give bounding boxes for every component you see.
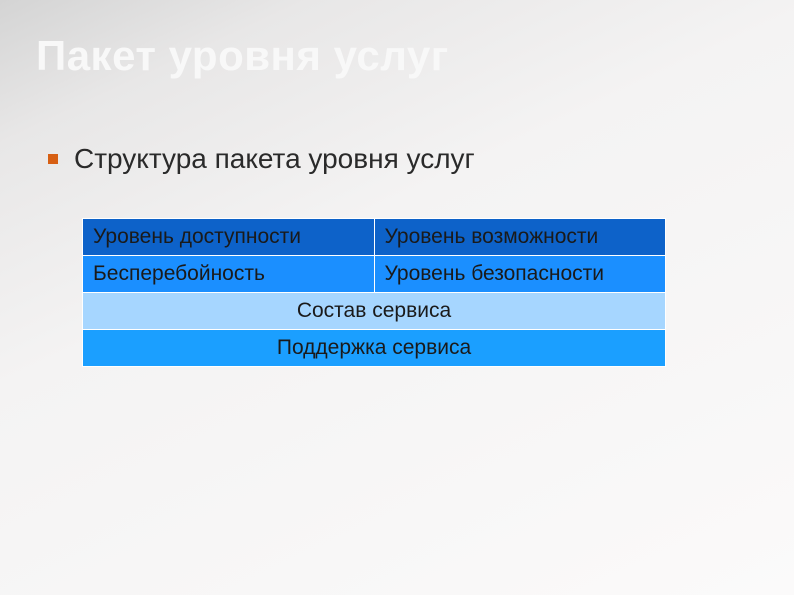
service-package-table: Уровень доступности Уровень возможности … bbox=[82, 218, 666, 367]
table-row: Бесперебойность Уровень безопасности bbox=[83, 256, 666, 293]
cell-security-level: Уровень безопасности bbox=[374, 256, 666, 293]
cell-service-composition: Состав сервиса bbox=[83, 293, 666, 330]
cell-capability-level: Уровень возможности bbox=[374, 219, 666, 256]
table-row: Уровень доступности Уровень возможности bbox=[83, 219, 666, 256]
cell-service-support: Поддержка сервиса bbox=[83, 330, 666, 367]
subtitle-row: Структура пакета уровня услуг bbox=[48, 143, 475, 175]
slide-title: Пакет уровня услуг bbox=[36, 32, 449, 80]
slide-subtitle: Структура пакета уровня услуг bbox=[74, 143, 475, 175]
table-row: Поддержка сервиса bbox=[83, 330, 666, 367]
cell-continuity: Бесперебойность bbox=[83, 256, 375, 293]
bullet-icon bbox=[48, 154, 58, 164]
table-row: Состав сервиса bbox=[83, 293, 666, 330]
cell-availability-level: Уровень доступности bbox=[83, 219, 375, 256]
